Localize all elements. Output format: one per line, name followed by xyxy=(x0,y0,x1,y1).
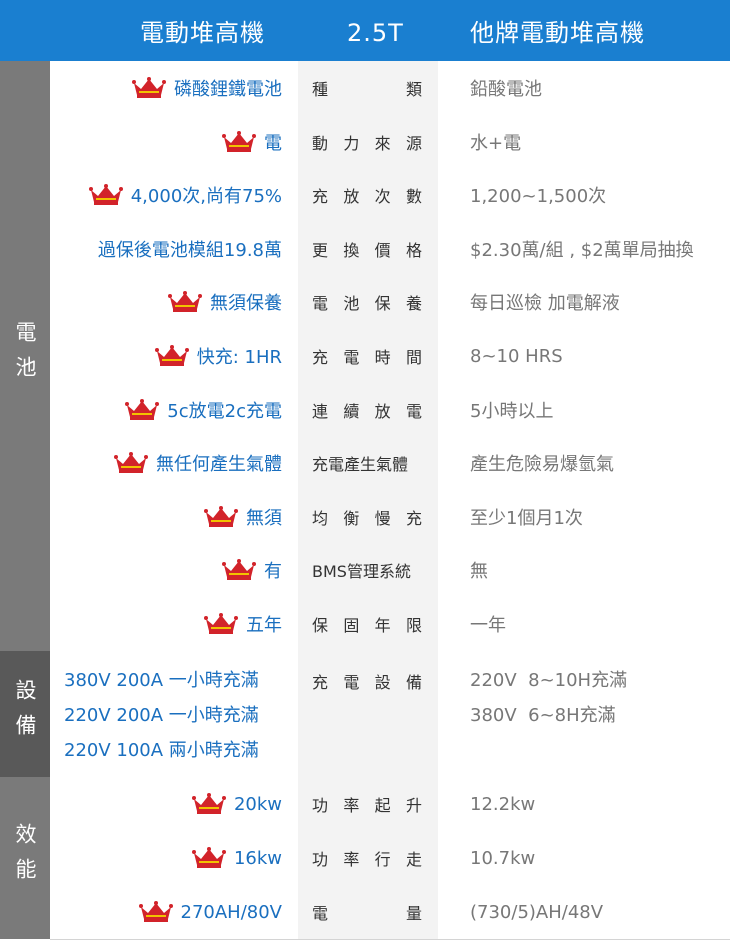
table-row: 20kw 功率起升 12.2kw xyxy=(50,777,730,832)
other-value: (730/5)AH/48V xyxy=(470,901,604,923)
header-capacity: 2.5T xyxy=(347,19,404,47)
ours-value: 過保後電池模組19.8萬 xyxy=(97,239,282,261)
other-equipment: 220V 8~10H充滿 380V 6~8H充滿 xyxy=(470,663,627,733)
crown-icon xyxy=(222,130,256,152)
other-value: 8~10 HRS xyxy=(470,345,563,367)
section-performance: 效能 xyxy=(0,777,50,939)
other-value: 一年 xyxy=(470,615,506,636)
section-battery-label: 電池 xyxy=(13,321,37,391)
other-value: 無 xyxy=(470,561,488,582)
crown-icon xyxy=(191,847,226,868)
section-equipment: 設備 xyxy=(0,651,50,777)
spec-label: 種類 xyxy=(312,80,422,99)
other-value: 水+電 xyxy=(470,132,522,154)
crown-icon xyxy=(191,793,226,814)
ours-equipment: 380V 200A 一小時充滿 220V 200A 一小時充滿 220V 100A … xyxy=(64,663,259,768)
crown-icon xyxy=(138,901,173,922)
table-row: 過保後電池模組19.8萬 更換價格 $2.30萬/組 , $2萬單局抽換 xyxy=(50,222,730,276)
table-row: 有 BMS管理系統 無 xyxy=(50,543,730,598)
table-header: 電動堆高機 2.5T 他牌電動堆高機 xyxy=(0,0,730,61)
spec-label: 均衡慢充 xyxy=(312,508,422,528)
table-row: 磷酸鋰鐵電池 種類 鉛酸電池 xyxy=(50,61,730,116)
ours-value: 電 xyxy=(222,115,282,168)
crown-icon xyxy=(154,345,189,366)
table-row: 電 動力來源 水+電 xyxy=(50,115,730,169)
other-value: 鉛酸電池 xyxy=(470,79,542,100)
table-row: 16kw 功率行走 10.7kw xyxy=(50,831,730,886)
table-row: 無須保養 電池保養 每日巡檢 加電解液 xyxy=(50,275,730,330)
spec-label: 動力來源 xyxy=(312,133,422,153)
crown-icon xyxy=(204,505,238,527)
ours-value: 無須 xyxy=(204,490,282,543)
ours-value: 磷酸鋰鐵電池 xyxy=(132,61,282,115)
ours-value: 4,000次,尚有75% xyxy=(88,168,282,222)
ours-value: 快充: 1HR xyxy=(154,329,282,383)
crown-icon xyxy=(168,291,202,312)
other-value: 5小時以上 xyxy=(470,400,554,422)
table-row: 無須 均衡慢充 至少1個月1次 xyxy=(50,490,730,544)
ours-value: 五年 xyxy=(204,597,282,651)
other-equipment-line: 220V 8~10H充滿 xyxy=(470,670,628,691)
spec-label: BMS管理系統 xyxy=(312,562,411,581)
spec-label: 功率行走 xyxy=(312,850,422,869)
spec-label: 更換價格 xyxy=(312,240,422,260)
crown-icon xyxy=(114,452,148,473)
header-ours: 電動堆高機 xyxy=(140,19,265,47)
spec-label: 連續放電 xyxy=(312,401,422,421)
crown-icon xyxy=(222,559,256,580)
spec-label: 電池保養 xyxy=(312,294,422,313)
table-row: 五年 保固年限 一年 xyxy=(50,597,730,652)
ours-equipment-line: 220V 100A 兩小時充滿 xyxy=(64,740,259,761)
other-value: 12.2kw xyxy=(470,793,536,815)
ours-equipment-line: 220V 200A 一小時充滿 xyxy=(64,705,259,726)
crown-icon xyxy=(132,77,166,98)
spec-label: 保固年限 xyxy=(312,616,422,635)
other-equipment-line: 380V 6~8H充滿 xyxy=(470,705,616,726)
ours-equipment-line: 380V 200A 一小時充滿 xyxy=(64,670,259,691)
spec-label: 電量 xyxy=(312,904,422,923)
spec-label: 功率起升 xyxy=(312,796,422,815)
section-performance-label: 效能 xyxy=(13,823,37,893)
ours-value: 270AH/80V xyxy=(138,885,282,939)
crown-icon xyxy=(88,184,123,205)
table-row: 快充: 1HR 充電時間 8~10 HRS xyxy=(50,329,730,384)
ours-value: 無任何產生氣體 xyxy=(114,436,282,490)
other-value: 產生危險易爆氫氣 xyxy=(470,454,614,475)
other-value: $2.30萬/組 , $2萬單局抽換 xyxy=(470,239,694,261)
comparison-table: 電動堆高機 2.5T 他牌電動堆高機 電池 設備 效能 磷酸鋰鐵電池 種類 鉛酸電池… xyxy=(0,0,730,947)
crown-icon xyxy=(125,398,160,420)
table-row: 270AH/80V 電量 (730/5)AH/48V xyxy=(50,885,730,940)
other-value: 10.7kw xyxy=(470,847,536,869)
other-value: 至少1個月1次 xyxy=(470,507,583,529)
section-battery: 電池 xyxy=(0,61,50,651)
ours-value: 16kw xyxy=(191,831,282,885)
other-value: 每日巡檢 加電解液 xyxy=(470,293,620,314)
spec-label: 充放次數 xyxy=(312,187,422,206)
section-equipment-label: 設備 xyxy=(13,679,37,749)
spec-label: 充電時間 xyxy=(312,348,422,367)
label-equipment: 充電設備 xyxy=(312,672,422,692)
ours-value: 無須保養 xyxy=(168,275,282,329)
ours-value: 5c放電2c充電 xyxy=(125,383,282,436)
spec-label: 充電產生氣體 xyxy=(312,455,409,474)
table-row: 無任何產生氣體 充電產生氣體 產生危險易爆氫氣 xyxy=(50,436,730,491)
crown-icon xyxy=(204,613,238,634)
header-other-brand: 他牌電動堆高機 xyxy=(470,19,645,47)
ours-value: 有 xyxy=(222,543,282,597)
table-row: 5c放電2c充電 連續放電 5小時以上 xyxy=(50,383,730,437)
table-row: 4,000次,尚有75% 充放次數 1,200~1,500次 xyxy=(50,168,730,223)
table-row-equipment: 380V 200A 一小時充滿 220V 200A 一小時充滿 220V 100A … xyxy=(50,651,730,778)
other-value: 1,200~1,500次 xyxy=(470,186,607,207)
ours-value: 20kw xyxy=(191,777,282,831)
